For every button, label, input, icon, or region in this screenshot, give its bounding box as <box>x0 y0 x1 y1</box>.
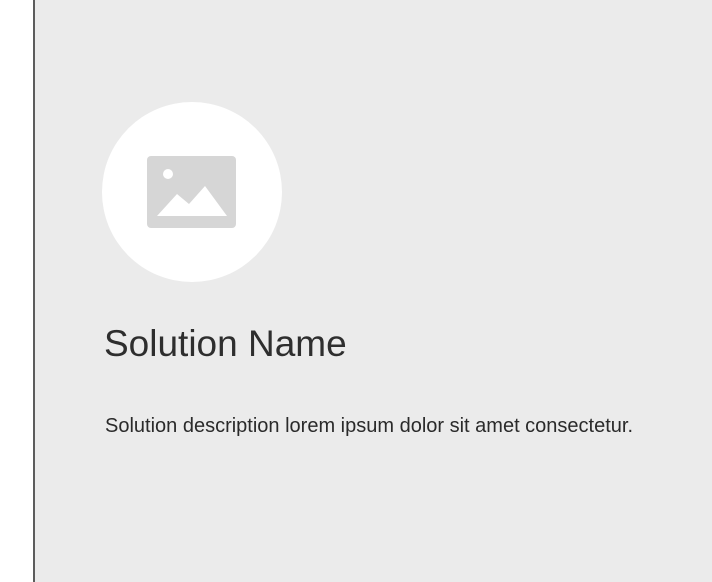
solution-title: Solution Name <box>104 323 347 364</box>
solution-description: Solution description lorem ipsum dolor s… <box>105 415 634 437</box>
solution-card: Solution Name Solution description lorem… <box>33 0 712 582</box>
image-placeholder <box>102 102 282 282</box>
image-placeholder-icon <box>147 156 236 228</box>
